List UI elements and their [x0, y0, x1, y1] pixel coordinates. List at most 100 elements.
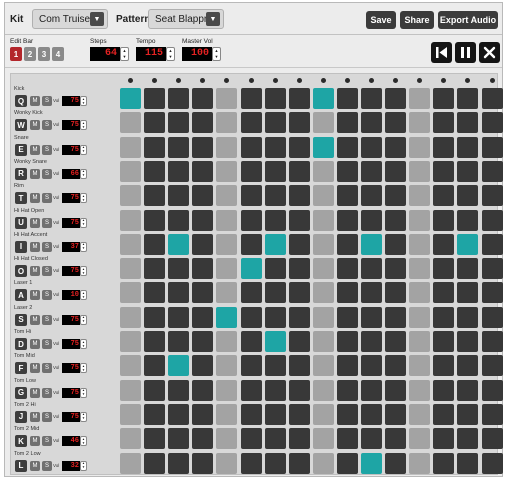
step-cell[interactable] — [192, 403, 214, 425]
step-cell[interactable] — [240, 160, 262, 182]
step-cell[interactable] — [481, 428, 503, 450]
tempo-stepper[interactable]: ▲ ▼ — [166, 47, 175, 61]
track-volume-stepper[interactable]: ▲ ▼ — [80, 339, 87, 349]
step-cell[interactable] — [216, 331, 238, 352]
track-volume-stepper[interactable]: ▲ ▼ — [80, 387, 87, 398]
track-trigger-key[interactable]: I — [15, 240, 27, 253]
solo-button[interactable]: S — [42, 217, 52, 228]
step-cell[interactable] — [168, 209, 190, 231]
stepper-down-icon[interactable]: ▼ — [81, 393, 86, 397]
step-cell[interactable] — [312, 258, 334, 280]
export-audio-button[interactable]: Export Audio — [438, 11, 498, 29]
step-cell[interactable] — [361, 258, 382, 280]
step-cell[interactable] — [144, 209, 166, 231]
step-cell[interactable] — [288, 355, 310, 377]
step-cell[interactable] — [144, 185, 166, 207]
step-cell[interactable] — [409, 403, 431, 425]
step-cell[interactable] — [240, 282, 262, 304]
stepper-down-icon[interactable]: ▼ — [81, 101, 86, 105]
step-cell[interactable] — [192, 355, 214, 377]
step-cell[interactable] — [288, 258, 310, 280]
stepper-down-icon[interactable]: ▼ — [81, 223, 86, 227]
step-cell[interactable] — [168, 88, 190, 109]
track-trigger-key[interactable]: J — [15, 410, 27, 423]
bar-3-button[interactable]: 3 — [38, 47, 50, 61]
step-cell[interactable] — [481, 209, 503, 231]
step-cell[interactable] — [312, 160, 334, 182]
step-cell[interactable] — [192, 185, 214, 207]
step-cell[interactable] — [385, 112, 407, 134]
track-volume-stepper[interactable]: ▲ ▼ — [80, 144, 87, 155]
track-trigger-key[interactable]: U — [15, 216, 27, 229]
pause-button[interactable] — [455, 42, 476, 63]
step-cell[interactable] — [192, 331, 214, 352]
step-cell[interactable] — [240, 355, 262, 377]
step-cell[interactable] — [288, 403, 310, 425]
step-cell[interactable] — [336, 209, 358, 231]
step-cell[interactable] — [481, 452, 503, 474]
stepper-down-icon[interactable]: ▼ — [81, 368, 86, 372]
step-cell[interactable] — [409, 136, 431, 158]
step-cell[interactable] — [457, 185, 479, 207]
step-cell[interactable] — [433, 233, 455, 255]
step-cell[interactable] — [409, 306, 431, 328]
bar-2-button[interactable]: 2 — [24, 47, 36, 61]
step-cell[interactable] — [192, 428, 214, 450]
step-cell[interactable] — [264, 403, 286, 425]
step-cell[interactable] — [336, 258, 358, 280]
track-volume-stepper[interactable]: ▲ ▼ — [80, 290, 87, 301]
solo-button[interactable]: S — [42, 266, 52, 277]
track-volume-stepper[interactable]: ▲ ▼ — [80, 266, 87, 277]
step-cell[interactable] — [312, 88, 334, 109]
step-cell[interactable] — [144, 112, 166, 134]
step-cell[interactable] — [168, 355, 190, 377]
step-cell[interactable] — [192, 233, 214, 255]
step-cell[interactable] — [457, 331, 479, 352]
step-cell[interactable] — [144, 258, 166, 280]
mute-button[interactable]: M — [30, 120, 40, 131]
stepper-down-icon[interactable]: ▼ — [121, 54, 128, 60]
step-cell[interactable] — [120, 379, 141, 401]
step-cell[interactable] — [457, 136, 479, 158]
step-cell[interactable] — [192, 209, 214, 231]
step-cell[interactable] — [288, 233, 310, 255]
step-cell[interactable] — [409, 160, 431, 182]
step-cell[interactable] — [144, 331, 166, 352]
step-cell[interactable] — [144, 282, 166, 304]
step-cell[interactable] — [433, 355, 455, 377]
mute-button[interactable]: M — [30, 144, 40, 155]
mute-button[interactable]: M — [30, 217, 40, 228]
step-cell[interactable] — [433, 306, 455, 328]
step-cell[interactable] — [168, 233, 190, 255]
step-cell[interactable] — [216, 233, 238, 255]
stepper-down-icon[interactable]: ▼ — [81, 441, 86, 445]
track-trigger-key[interactable]: Q — [15, 95, 27, 107]
stepper-down-icon[interactable]: ▼ — [81, 271, 86, 275]
step-cell[interactable] — [361, 136, 382, 158]
bar-4-button[interactable]: 4 — [52, 47, 64, 61]
step-cell[interactable] — [264, 185, 286, 207]
step-cell[interactable] — [216, 403, 238, 425]
mute-button[interactable]: M — [30, 193, 40, 204]
step-cell[interactable] — [288, 428, 310, 450]
step-cell[interactable] — [481, 379, 503, 401]
step-cell[interactable] — [457, 258, 479, 280]
step-cell[interactable] — [216, 88, 238, 109]
step-cell[interactable] — [336, 355, 358, 377]
step-cell[interactable] — [288, 136, 310, 158]
step-cell[interactable] — [240, 452, 262, 474]
step-cell[interactable] — [192, 112, 214, 134]
step-cell[interactable] — [216, 282, 238, 304]
mute-button[interactable]: M — [30, 96, 40, 106]
step-cell[interactable] — [216, 136, 238, 158]
step-cell[interactable] — [385, 403, 407, 425]
step-cell[interactable] — [409, 331, 431, 352]
step-cell[interactable] — [433, 185, 455, 207]
mute-button[interactable]: M — [30, 387, 40, 398]
step-cell[interactable] — [481, 112, 503, 134]
step-cell[interactable] — [144, 136, 166, 158]
step-cell[interactable] — [361, 428, 382, 450]
step-cell[interactable] — [336, 282, 358, 304]
step-cell[interactable] — [481, 88, 503, 109]
step-cell[interactable] — [312, 452, 334, 474]
